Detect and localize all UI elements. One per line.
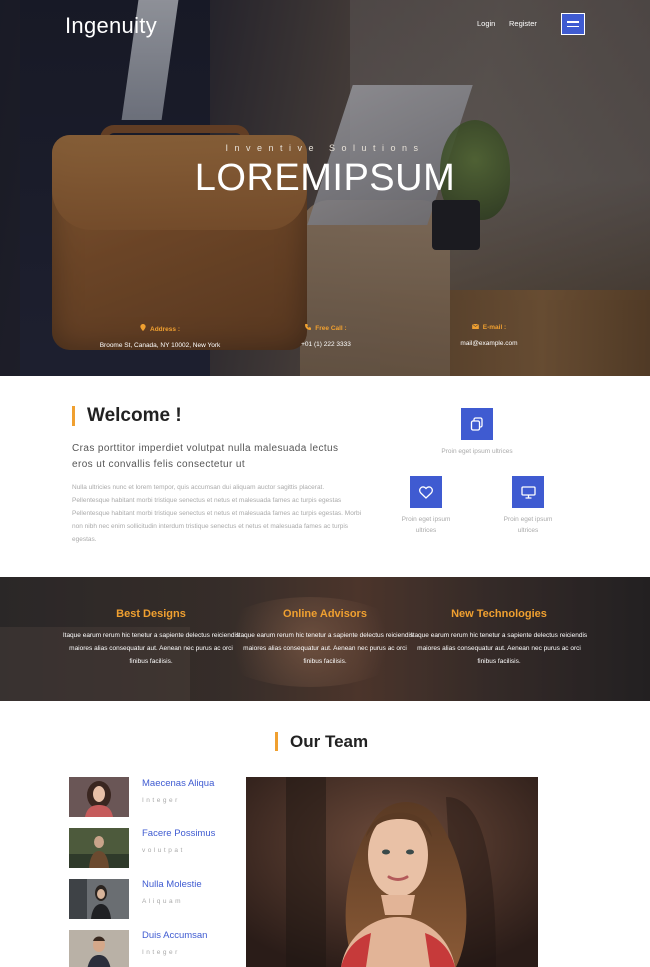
hamburger-icon[interactable] [561,13,585,35]
contact-email: E-mail : mail@example.com [439,323,539,347]
service-text: Itaque earum rerum hic tenetur a sapient… [410,632,588,665]
welcome-lead: Cras porttitor imperdiet volutpat nulla … [72,443,339,470]
avatar[interactable] [69,930,129,967]
team-featured-photo [246,777,538,967]
service-text: Itaque earum rerum hic tenetur a sapient… [62,632,240,665]
member-role: Integer [142,949,180,956]
welcome-body: Nulla ultricies nunc et lorem tempor, qu… [72,484,362,543]
member-role: Integer [142,797,180,804]
phone-icon [305,324,312,332]
site-logo[interactable]: Ingenuity [65,13,157,39]
service-item: Best Designs Itaque earum rerum hic tene… [61,608,241,668]
avatar[interactable] [69,777,129,817]
service-item: Online Advisors Itaque earum rerum hic t… [235,608,415,668]
nav-login-link[interactable]: Login [477,19,495,28]
copy-icon[interactable] [461,408,493,440]
monitor-icon[interactable] [512,476,544,508]
heart-icon[interactable] [410,476,442,508]
contact-address-value: Broome St, Canada, NY 10002, New York [99,342,221,349]
service-title: Best Designs [116,608,186,620]
member-name[interactable]: Maecenas Aliqua [142,778,214,789]
feature-text: Proin eget ipsum ultrices [441,448,513,455]
mail-icon [471,323,479,331]
contact-phone: Free Call : +01 (1) 222 3333 [276,324,376,348]
member-name[interactable]: Duis Accumsan [142,930,207,941]
feature-text: Proin eget ipsum ultrices [503,516,553,534]
contact-email-value[interactable]: mail@example.com [439,340,539,347]
contact-address-label: Address : [150,326,180,333]
member-role: volutpat [142,847,185,854]
avatar[interactable] [69,828,129,868]
location-icon [140,324,146,333]
feature-text: Proin eget ipsum ultrices [401,516,451,534]
contact-phone-label: Free Call : [315,325,347,332]
hero-subtitle: Inventive Solutions [225,143,425,153]
service-title: Online Advisors [283,608,367,620]
avatar[interactable] [69,879,129,919]
service-text: Itaque earum rerum hic tenetur a sapient… [236,632,414,665]
service-title: New Technologies [451,608,547,620]
team-title: Our Team [275,732,368,751]
welcome-title: Welcome ! [72,406,182,426]
service-item: New Technologies Itaque earum rerum hic … [409,608,589,668]
hero-title: LOREMIPSUM [194,157,456,199]
contact-phone-value: +01 (1) 222 3333 [301,341,351,348]
contact-address: Address : Broome St, Canada, NY 10002, N… [85,324,235,349]
member-name[interactable]: Nulla Molestie [142,879,202,890]
member-name[interactable]: Facere Possimus [142,828,215,839]
contact-email-label: E-mail : [482,324,507,331]
member-role: Aliquam [142,898,183,905]
nav-register-link[interactable]: Register [509,19,537,28]
